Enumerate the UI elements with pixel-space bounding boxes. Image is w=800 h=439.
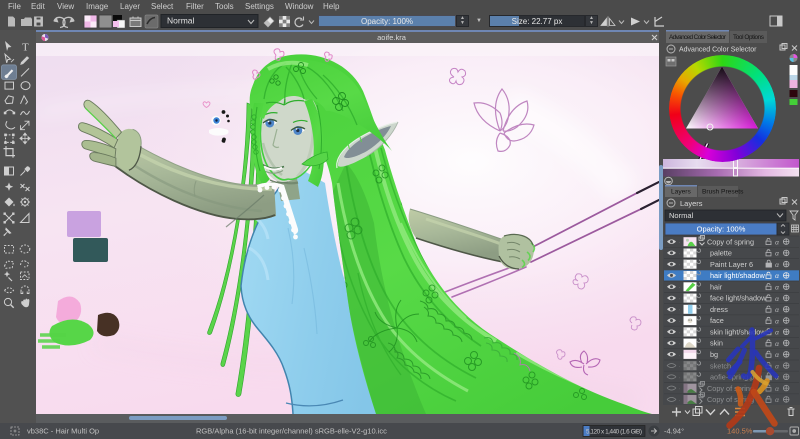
svg-text:Layers: Layers <box>680 199 703 208</box>
svg-text:RGB/Alpha (16-bit integer/chan: RGB/Alpha (16-bit integer/channel) sRGB-… <box>196 427 387 436</box>
svg-text:Advanced Color Selector: Advanced Color Selector <box>669 34 727 41</box>
svg-text:Copy of spring: Copy of spring <box>707 237 754 246</box>
svg-text:hair: hair <box>710 282 723 291</box>
svg-text:Brush Presets: Brush Presets <box>702 189 744 196</box>
svg-text:Normal: Normal <box>669 211 694 220</box>
svg-text:5,120 x 1,440 (1.6 GiB): 5,120 x 1,440 (1.6 GiB) <box>586 428 642 435</box>
svg-text:vb38C - Hair Multi Op: vb38C - Hair Multi Op <box>27 427 99 436</box>
svg-text:-4.94°: -4.94° <box>664 427 684 436</box>
svg-text:Layers: Layers <box>671 189 691 196</box>
svg-text:Advanced Color Selector: Advanced Color Selector <box>679 47 757 54</box>
svg-text:hair light/shadow: hair light/shadow <box>710 271 765 280</box>
svg-text:Opacity: 100%: Opacity: 100% <box>697 225 746 234</box>
svg-text:Paint Layer 6: Paint Layer 6 <box>710 260 753 269</box>
svg-text:T: T <box>22 42 29 54</box>
svg-text:palette: palette <box>710 249 732 258</box>
svg-text:Normal: Normal <box>167 16 195 26</box>
svg-text:Tool Options: Tool Options <box>733 34 764 41</box>
